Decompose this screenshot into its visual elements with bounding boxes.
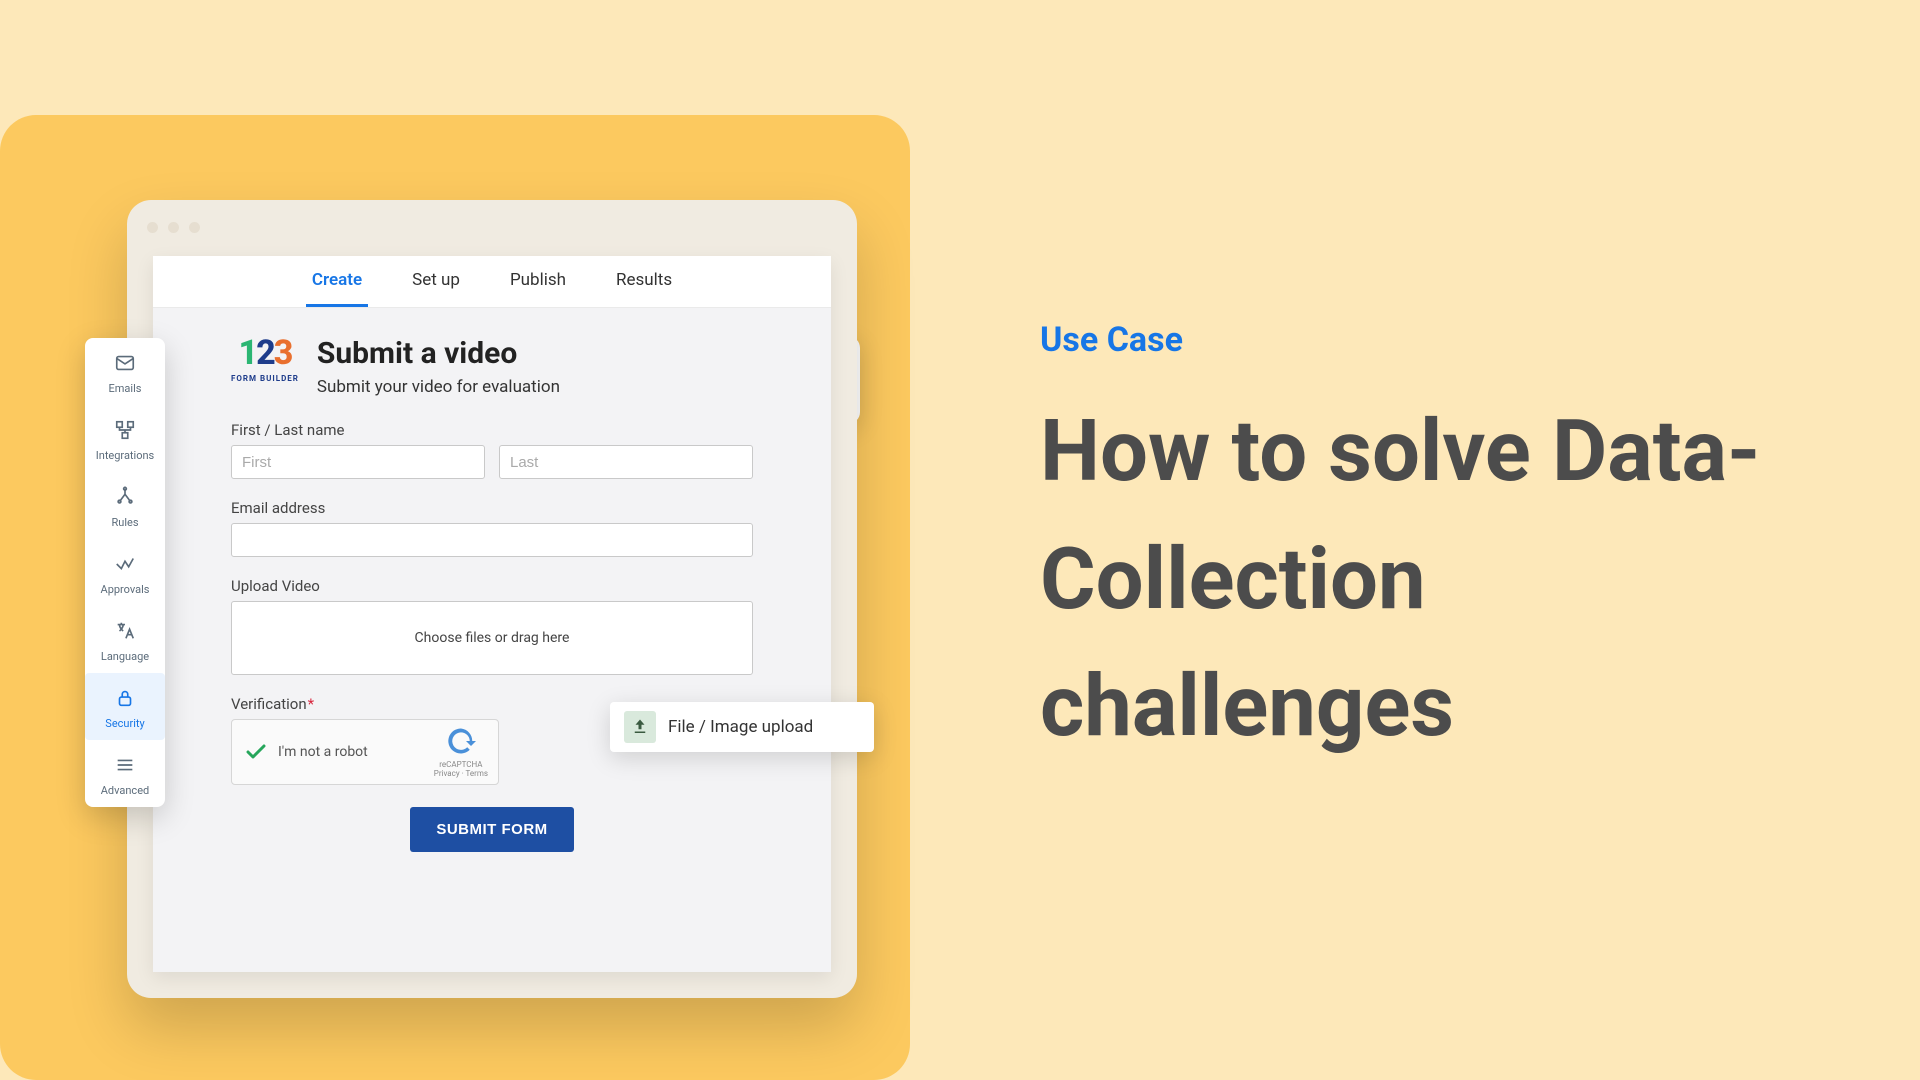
dropzone-text: Choose files or drag here [415,630,570,646]
window-controls [147,222,200,233]
sidebar-item-approvals[interactable]: Approvals [85,539,165,606]
sidebar-item-emails[interactable]: Emails [85,338,165,405]
brand-subtext: FORM BUILDER [231,374,299,383]
recaptcha-icon [446,726,476,756]
tab-strip: Create Set up Publish Results [153,256,831,308]
mail-icon [114,352,136,378]
tab-create[interactable]: Create [306,256,368,307]
tab-label: Publish [510,270,566,290]
sidebar-item-language[interactable]: Language [85,606,165,673]
sidebar-item-label: Rules [111,516,138,529]
rules-icon [114,486,136,512]
tab-setup[interactable]: Set up [406,256,466,307]
last-name-input[interactable] [499,445,753,479]
upload-icon [624,711,656,743]
file-upload-pill-label: File / Image upload [668,717,813,737]
field-upload: Upload Video Choose files or drag here [231,577,753,675]
eyebrow: Use Case [1040,320,1860,360]
verification-label-text: Verification [231,695,307,713]
sidebar-item-label: Language [101,650,149,663]
submit-button[interactable]: SUBMIT FORM [410,807,573,852]
recaptcha-name: reCAPTCHA [434,760,488,769]
sidebar-item-label: Advanced [101,784,149,797]
sidebar-item-label: Integrations [96,449,154,462]
tab-results[interactable]: Results [610,256,678,307]
recaptcha-box[interactable]: I'm not a robot reCAPTCHA Privacy · Term… [231,719,499,785]
form-title: Submit a video [317,336,560,371]
check-icon [244,740,268,764]
upload-dropzone[interactable]: Choose files or drag here [231,601,753,675]
not-robot-label: I'm not a robot [278,744,368,760]
email-input[interactable] [231,523,753,557]
sidebar-item-integrations[interactable]: Integrations [85,405,165,472]
sidebar-item-label: Approvals [101,583,150,596]
form-subtitle: Submit your video for evaluation [317,377,560,397]
approvals-icon [114,553,136,579]
submit-row: SUBMIT FORM [231,807,753,852]
brand-digit-1: 1 [239,333,257,373]
integrations-icon [114,419,136,445]
field-name: First / Last name [231,421,753,479]
sidebar: Emails Integrations Rules Approvals Lang… [85,338,165,807]
headline: How to solve Data-Collection challenges [1040,388,1860,771]
required-asterisk: * [308,695,314,713]
recaptcha-badge: reCAPTCHA Privacy · Terms [434,726,488,778]
upload-label: Upload Video [231,577,753,595]
submit-button-label: SUBMIT FORM [436,821,547,838]
advanced-icon [114,754,136,780]
language-icon [114,620,136,646]
sidebar-item-label: Emails [109,382,142,395]
traffic-light-dot [189,222,200,233]
recaptcha-links: Privacy · Terms [434,769,488,778]
form-area: 123 FORM BUILDER Submit a video Submit y… [153,308,831,872]
lock-icon [114,687,136,713]
form-header: 123 FORM BUILDER Submit a video Submit y… [231,336,753,397]
tab-label: Set up [412,270,460,290]
tab-label: Create [312,270,362,290]
sidebar-item-security[interactable]: Security [85,673,165,740]
file-upload-pill[interactable]: File / Image upload [610,702,874,752]
app-window: Create Set up Publish Results 123 FORM B… [127,200,857,998]
traffic-light-dot [147,222,158,233]
sidebar-item-rules[interactable]: Rules [85,472,165,539]
first-name-input[interactable] [231,445,485,479]
email-label: Email address [231,499,753,517]
sidebar-item-label: Security [105,717,144,730]
brand-digit-3: 3 [274,333,292,373]
sidebar-item-advanced[interactable]: Advanced [85,740,165,807]
field-email: Email address [231,499,753,557]
name-label: First / Last name [231,421,753,439]
traffic-light-dot [168,222,179,233]
window-body: Create Set up Publish Results 123 FORM B… [153,256,831,972]
brand-logo: 123 FORM BUILDER [231,336,299,383]
headline-block: Use Case How to solve Data-Collection ch… [1040,320,1860,771]
tab-label: Results [616,270,672,290]
brand-digit-2: 2 [256,333,274,373]
tab-publish[interactable]: Publish [504,256,572,307]
